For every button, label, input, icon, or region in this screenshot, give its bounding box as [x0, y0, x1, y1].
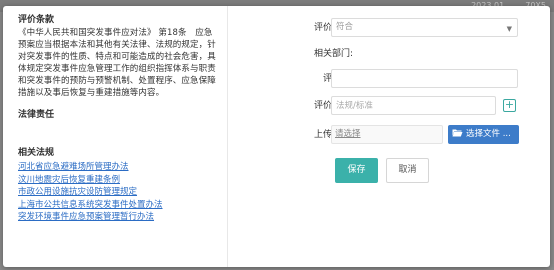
result-row: 评价结果: 符合 ▼ [229, 18, 550, 38]
regulation-list: 河北省应急避难场所管理办法 汶川地震灾后恢复重建条例 市政公用设施抗灾设防管理规… [18, 161, 217, 224]
clause-heading: 评价条款 [18, 15, 55, 25]
evaluator-row: 评价人: [229, 69, 550, 89]
chevron-down-icon: ▼ [506, 25, 512, 33]
choose-file-label: 选择文件 ... [466, 129, 511, 139]
evaluator-input[interactable] [331, 69, 518, 88]
clause-panel: 评价条款 《中华人民共和国突发事件应对法》 第18条 应急预案应当根据本法和其他… [3, 6, 228, 267]
regulation-link[interactable]: 市政公用设施抗灾设防管理规定 [18, 186, 217, 199]
save-button[interactable]: 保存 [335, 158, 378, 183]
regulation-link[interactable]: 河北省应急避难场所管理办法 [18, 161, 217, 174]
result-value: 符合 [336, 22, 354, 32]
upload-row: 上传证据: 请选择 选择文件 ... [229, 125, 550, 145]
folder-open-icon [452, 129, 463, 137]
legal-liability-heading: 法律责任 [18, 110, 55, 120]
file-name-display[interactable]: 请选择 [331, 125, 443, 144]
related-regulations-heading: 相关法规 [18, 148, 55, 158]
cancel-button[interactable]: 取消 [386, 158, 429, 183]
evaluation-dialog: 评价条款 《中华人民共和国突发事件应对法》 第18条 应急预案应当根据本法和其他… [3, 6, 550, 267]
evidence-row: 评价证据: + [229, 96, 550, 116]
evaluation-form: 评价结果: 符合 ▼ 相关部门: 评价人: 评价证据: + 上传证据: 请选择 [229, 6, 550, 267]
clause-text: 《中华人民共和国突发事件应对法》 第18条 应急预案应当根据本法和其他有关法律、… [18, 28, 216, 98]
result-select[interactable]: 符合 ▼ [331, 18, 518, 37]
department-label: 相关部门: [313, 49, 353, 59]
select-file-link[interactable]: 请选择 [335, 129, 361, 139]
evidence-input[interactable] [331, 96, 496, 115]
choose-file-button[interactable]: 选择文件 ... [448, 125, 519, 144]
regulation-link[interactable]: 汶川地震灾后恢复重建条例 [18, 174, 217, 187]
department-row: 相关部门: [229, 44, 550, 64]
regulation-link[interactable]: 上海市公共信息系统突发事件处置办法 [18, 199, 217, 212]
add-evidence-button[interactable]: + [503, 99, 516, 112]
regulation-link[interactable]: 突发环境事件应急预案管理暂行办法 [18, 211, 217, 224]
